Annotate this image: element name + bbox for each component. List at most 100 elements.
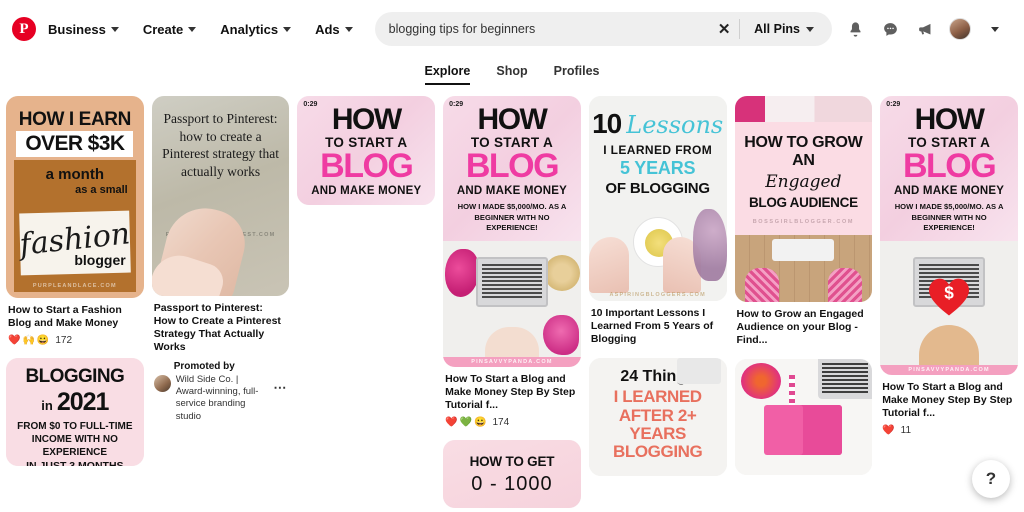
bell-icon[interactable] — [838, 12, 872, 46]
pin-card-passport-promoted[interactable]: Passport to Pinterest: how to create a P… — [151, 96, 290, 423]
pin-image[interactable]: BLOGGING in 2021 FROM $0 TO FULL-TIME IN… — [6, 358, 144, 467]
pin-art: HOW TO START A BLOG AND MAKE MONEY HOW I… — [443, 96, 581, 368]
pin-text-blog: BLOG — [320, 147, 414, 185]
pin-text-sub: HOW I MADE $5,000/MO. AS A BEGINNER WITH… — [894, 202, 1004, 232]
pin-source-site: PINSAVVYPANDA.COM — [471, 359, 553, 366]
pin-text-makemoney: AND MAKE MONEY — [456, 185, 568, 198]
nav-item-business[interactable]: Business — [36, 14, 131, 45]
pin-art: BLOGGING in 2021 FROM $0 TO FULL-TIME IN… — [6, 358, 144, 467]
pin-text-lessons: Lessons — [626, 111, 724, 139]
pin-text-line3: FROM $0 TO FULL-TIME INCOME WITH NO EXPE… — [17, 421, 133, 459]
close-icon[interactable]: ✕ — [709, 14, 739, 44]
pin-image[interactable]: 0:29 HOW TO START A BLOG AND MAKE MONEY … — [443, 96, 581, 368]
pin-text-line2: BLOG AUDIENCE — [748, 195, 858, 211]
pin-text-how: HOW — [477, 103, 548, 136]
pin-text-line1: HOW TO GET — [469, 454, 555, 470]
pin-text-line4: as a small — [75, 184, 128, 197]
pin-text-makemoney: AND MAKE MONEY — [894, 185, 1005, 198]
pin-card-start-blog-short[interactable]: 0:29 HOW TO START A BLOG AND MAKE MONEY — [297, 96, 436, 206]
pin-text-line3: a month — [45, 166, 105, 184]
pin-text-how: HOW — [331, 103, 402, 136]
search-input[interactable] — [388, 22, 710, 36]
pin-text-line2: I LEARNED FROM — [603, 143, 713, 157]
pin-card-blogging-2021[interactable]: BLOGGING in 2021 FROM $0 TO FULL-TIME IN… — [6, 358, 144, 467]
megaphone-icon[interactable] — [908, 12, 942, 46]
header-actions — [838, 12, 1012, 46]
pin-image[interactable]: 0:29 HOW TO START A BLOG AND MAKE MONEY — [297, 96, 436, 206]
help-icon[interactable]: ? — [972, 460, 1010, 498]
nav-item-business-label: Business — [48, 21, 106, 37]
all-pins-label: All Pins — [754, 22, 800, 36]
pin-reactions[interactable]: ❤️ 🙌 😀 172 — [8, 335, 142, 346]
pin-text-script: Engaged — [765, 172, 842, 193]
chat-bubble-icon[interactable] — [873, 12, 907, 46]
app-header: P Business Create Analytics Ads ✕ All Pi… — [0, 0, 1024, 58]
pin-source-site: PINSAVVYPANDA.COM — [908, 367, 990, 374]
pin-card-desk-photo[interactable] — [734, 359, 873, 476]
pin-text-overlay: Passport to Pinterest: how to create a P… — [162, 111, 280, 179]
pin-text-in: in — [41, 398, 53, 414]
reaction-emoji: ❤️ — [8, 335, 21, 347]
heart-dollar-icon: $ — [929, 278, 970, 316]
pin-text-line3: 5 YEARS — [620, 158, 696, 178]
pin-results-grid: HOW I EARN OVER $3K a month as a small f… — [0, 90, 1024, 510]
pin-text-line1: HOW I EARN — [18, 109, 132, 130]
pin-text-how: HOW — [914, 103, 985, 136]
all-pins-filter[interactable]: All Pins — [740, 14, 828, 44]
video-duration-badge: 0:29 — [303, 101, 318, 108]
pin-caption: 10 Important Lessons I Learned From 5 Ye… — [590, 307, 714, 346]
pin-card-start-blog-174[interactable]: 0:29 HOW TO START A BLOG AND MAKE MONEY … — [443, 96, 581, 428]
chevron-down-icon — [806, 26, 814, 32]
pin-art: Passport to Pinterest: how to create a P… — [151, 96, 290, 296]
pin-card-engaged-audience[interactable]: HOW TO GROW AN Engaged BLOG AUDIENCE BOS… — [734, 96, 873, 347]
pin-text-line2: OVER $3K — [25, 132, 125, 156]
pin-image[interactable]: HOW TO GET 0 - 1000 — [443, 440, 581, 509]
avatar[interactable] — [943, 12, 977, 46]
pin-image[interactable]: HOW TO GROW AN Engaged BLOG AUDIENCE BOS… — [734, 96, 873, 302]
pin-art — [734, 359, 873, 476]
pin-art: 24 Things I LEARNED AFTER 2+ YEARS BLOGG… — [588, 358, 727, 477]
pin-image[interactable]: Passport to Pinterest: how to create a P… — [151, 96, 290, 296]
pin-art: HOW TO GET 0 - 1000 — [443, 440, 581, 509]
tab-profiles[interactable]: Profiles — [554, 64, 600, 85]
search-bar[interactable]: ✕ All Pins — [374, 12, 832, 46]
pin-text-sub: HOW I MADE $5,000/MO. AS A BEGINNER WITH… — [457, 202, 567, 232]
pin-text-line1: HOW TO GROW AN — [744, 134, 863, 169]
pin-card-start-blog-11[interactable]: 0:29 HOW TO START A BLOG AND MAKE MONEY … — [880, 96, 1018, 436]
pinterest-logo-icon[interactable]: P — [12, 17, 36, 41]
pin-image[interactable]: 24 Things I LEARNED AFTER 2+ YEARS BLOGG… — [588, 358, 727, 477]
pin-image[interactable]: 0:29 HOW TO START A BLOG AND MAKE MONEY … — [880, 96, 1018, 376]
chevron-down-icon — [188, 26, 197, 32]
account-chevron-down-icon[interactable] — [978, 12, 1012, 46]
pin-image[interactable]: HOW I EARN OVER $3K a month as a small f… — [6, 96, 144, 298]
pin-reactions[interactable]: ❤️ 💚 😀 174 — [445, 417, 579, 428]
reaction-emoji: 😀 — [474, 417, 487, 429]
pin-card-10-lessons[interactable]: 10 Lessons I LEARNED FROM 5 YEARS OF BLO… — [588, 96, 727, 346]
pin-art: HOW TO GROW AN Engaged BLOG AUDIENCE BOS… — [734, 96, 873, 302]
pin-text-line4: OF BLOGGING — [605, 180, 710, 197]
tab-shop[interactable]: Shop — [496, 64, 527, 85]
nav-item-create[interactable]: Create — [131, 14, 208, 45]
nav-item-create-label: Create — [142, 21, 184, 37]
pin-text-line1: BLOGGING — [25, 366, 125, 388]
pin-card-fashion-blog[interactable]: HOW I EARN OVER $3K a month as a small f… — [6, 96, 144, 346]
nav-item-analytics[interactable]: Analytics — [208, 14, 303, 45]
pin-text-blog: BLOG — [902, 147, 997, 185]
svg-text:$: $ — [944, 282, 954, 302]
tab-explore[interactable]: Explore — [424, 64, 471, 85]
pin-card-24-things[interactable]: 24 Things I LEARNED AFTER 2+ YEARS BLOGG… — [588, 358, 727, 477]
reaction-emoji: ❤️ — [445, 417, 458, 429]
pin-art: HOW TO START A BLOG AND MAKE MONEY — [297, 96, 436, 206]
pin-text-line4: IN JUST 3 MONTHS — [26, 460, 124, 467]
pin-caption: How to Grow an Engaged Audience on your … — [736, 308, 864, 347]
pin-reactions[interactable]: ❤️ 11 — [882, 425, 1016, 436]
promoter-avatar[interactable] — [153, 374, 171, 392]
pin-card-how-to-get-1000[interactable]: HOW TO GET 0 - 1000 — [443, 440, 581, 509]
chevron-down-icon — [344, 26, 353, 32]
video-duration-badge: 0:29 — [886, 101, 901, 108]
pin-image[interactable]: 10 Lessons I LEARNED FROM 5 YEARS OF BLO… — [588, 96, 727, 301]
overflow-menu-icon[interactable]: ⋯ — [273, 374, 287, 396]
nav-item-ads[interactable]: Ads — [303, 14, 365, 45]
promoter-row[interactable]: Wild Side Co. | Award-winning, full-serv… — [153, 374, 288, 423]
pin-image[interactable] — [734, 359, 873, 476]
